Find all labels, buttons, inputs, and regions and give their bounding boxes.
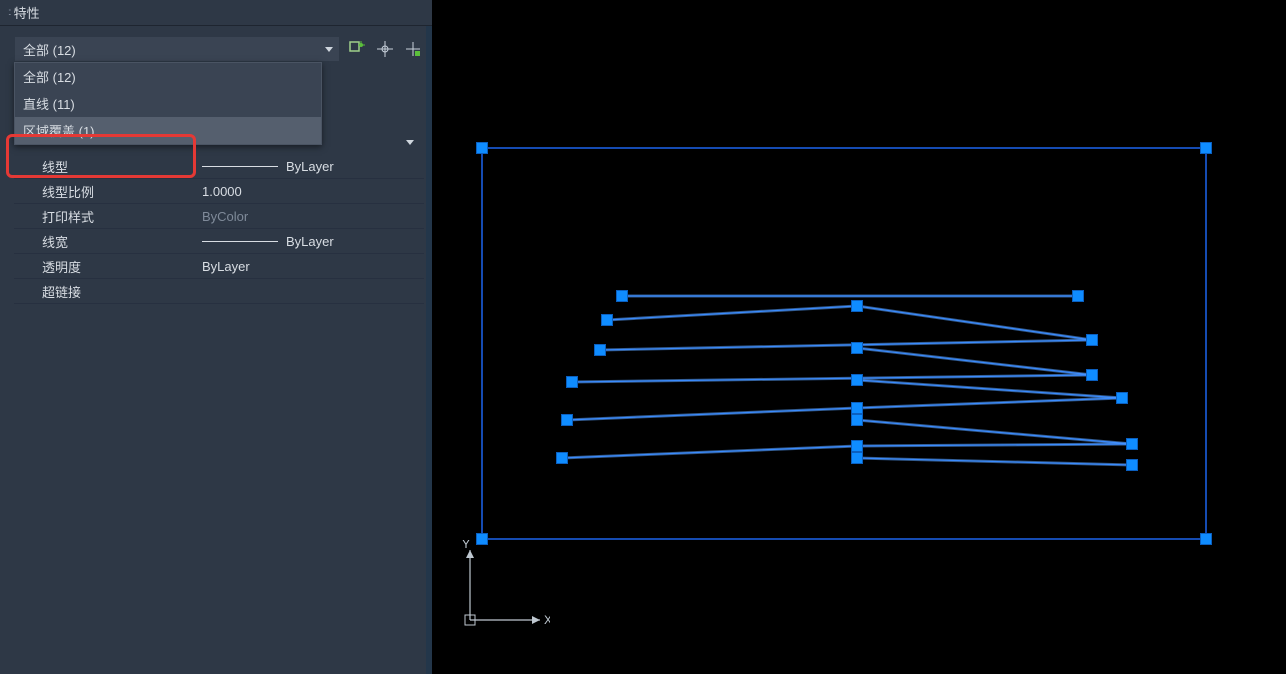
selected-line[interactable]	[562, 446, 857, 458]
selected-line[interactable]	[857, 398, 1122, 408]
selected-line[interactable]	[572, 375, 1092, 382]
prop-value[interactable]: 1.0000	[196, 179, 424, 203]
dropdown-item[interactable]: 直线 (11)	[15, 90, 321, 117]
dropdown-item[interactable]: 全部 (12)	[15, 63, 321, 90]
prop-label: 超链接	[14, 279, 196, 303]
prop-value-text: ByLayer	[286, 234, 334, 249]
prop-row-linetype: 线型 ByLayer	[14, 154, 424, 179]
grip-handle[interactable]	[852, 301, 863, 312]
grip-handle[interactable]	[562, 415, 573, 426]
grip-handle[interactable]	[1201, 143, 1212, 154]
grip-handle[interactable]	[1127, 439, 1138, 450]
grip-handle[interactable]	[595, 345, 606, 356]
ucs-y-label: Y	[462, 540, 470, 551]
quick-select-icon[interactable]	[346, 38, 368, 60]
grip-handle[interactable]	[1087, 370, 1098, 381]
prop-row-ltscale: 线型比例 1.0000	[14, 179, 424, 204]
grip-handle[interactable]	[1117, 393, 1128, 404]
pick-add-icon[interactable]	[374, 38, 396, 60]
grip-handle[interactable]	[557, 453, 568, 464]
lineswatch-icon	[202, 241, 278, 242]
prop-row-transparency: 透明度 ByLayer	[14, 254, 424, 279]
grip-handle[interactable]	[1201, 534, 1212, 545]
ucs-icon: X Y	[460, 540, 550, 630]
drawing-svg	[432, 0, 1286, 674]
selected-line[interactable]	[857, 420, 1132, 444]
object-type-dropdown: 全部 (12)直线 (11)区域覆盖 (1)	[14, 62, 322, 145]
grip-handle[interactable]	[852, 453, 863, 464]
grip-handle[interactable]	[852, 375, 863, 386]
selected-line[interactable]	[600, 340, 1092, 350]
grip-handle[interactable]	[852, 343, 863, 354]
drawing-canvas[interactable]: X Y	[432, 0, 1286, 674]
ucs-x-label: X	[544, 613, 550, 627]
prop-value-text: ByColor	[202, 209, 248, 224]
prop-value-text: 1.0000	[202, 184, 242, 199]
prop-row-plotstyle: 打印样式 ByColor	[14, 204, 424, 229]
panel-grip-icon[interactable]: ::	[8, 7, 10, 18]
prop-value[interactable]: ByColor	[196, 204, 424, 228]
properties-list: 线型ByLayer线型比例1.0000打印样式ByColor线宽ByLayer透…	[14, 130, 424, 304]
section-collapse-icon[interactable]	[406, 140, 414, 145]
grip-handle[interactable]	[852, 403, 863, 414]
selected-line[interactable]	[567, 408, 857, 420]
selected-line[interactable]	[857, 306, 1092, 340]
grip-handle[interactable]	[852, 441, 863, 452]
grip-handle[interactable]	[477, 143, 488, 154]
prop-row-lineweight: 线宽 ByLayer	[14, 229, 424, 254]
chevron-down-icon	[325, 47, 333, 52]
prop-label: 线型	[14, 154, 196, 178]
prop-value[interactable]	[196, 279, 424, 303]
prop-value[interactable]: ByLayer	[196, 254, 424, 278]
grip-handle[interactable]	[617, 291, 628, 302]
prop-label: 透明度	[14, 254, 196, 278]
prop-label: 打印样式	[14, 204, 196, 228]
grip-handle[interactable]	[602, 315, 613, 326]
selected-line[interactable]	[857, 380, 1122, 398]
pick-plus-icon[interactable]	[402, 38, 424, 60]
grip-handle[interactable]	[1127, 460, 1138, 471]
selected-line[interactable]	[857, 348, 1092, 375]
dropdown-item[interactable]: 区域覆盖 (1)	[15, 117, 321, 144]
lineswatch-icon	[202, 166, 278, 167]
panel-title: 特性	[14, 3, 40, 22]
prop-value-text: ByLayer	[202, 259, 250, 274]
selected-line[interactable]	[607, 306, 857, 320]
panel-header: :: 特性	[0, 0, 432, 26]
panel-body: 全部 (12) 全部 (12)直线 (11)区域覆盖 (1) 线型ByLayer…	[0, 26, 432, 674]
selected-line[interactable]	[857, 458, 1132, 465]
object-type-selector[interactable]: 全部 (12)	[14, 36, 340, 62]
properties-panel: :: 特性 全部 (12) 全部 (12)直线 (11)区域覆盖 (1)	[0, 0, 432, 674]
selector-row: 全部 (12)	[14, 36, 424, 62]
prop-value[interactable]: ByLayer	[196, 229, 424, 253]
selector-value: 全部 (12)	[23, 40, 76, 59]
prop-value[interactable]: ByLayer	[196, 154, 424, 178]
grip-handle[interactable]	[1073, 291, 1084, 302]
prop-row-hyperlink: 超链接	[14, 279, 424, 304]
grip-handle[interactable]	[567, 377, 578, 388]
prop-label: 线型比例	[14, 179, 196, 203]
grip-handle[interactable]	[1087, 335, 1098, 346]
prop-value-text: ByLayer	[286, 159, 334, 174]
prop-label: 线宽	[14, 229, 196, 253]
grip-handle[interactable]	[852, 415, 863, 426]
